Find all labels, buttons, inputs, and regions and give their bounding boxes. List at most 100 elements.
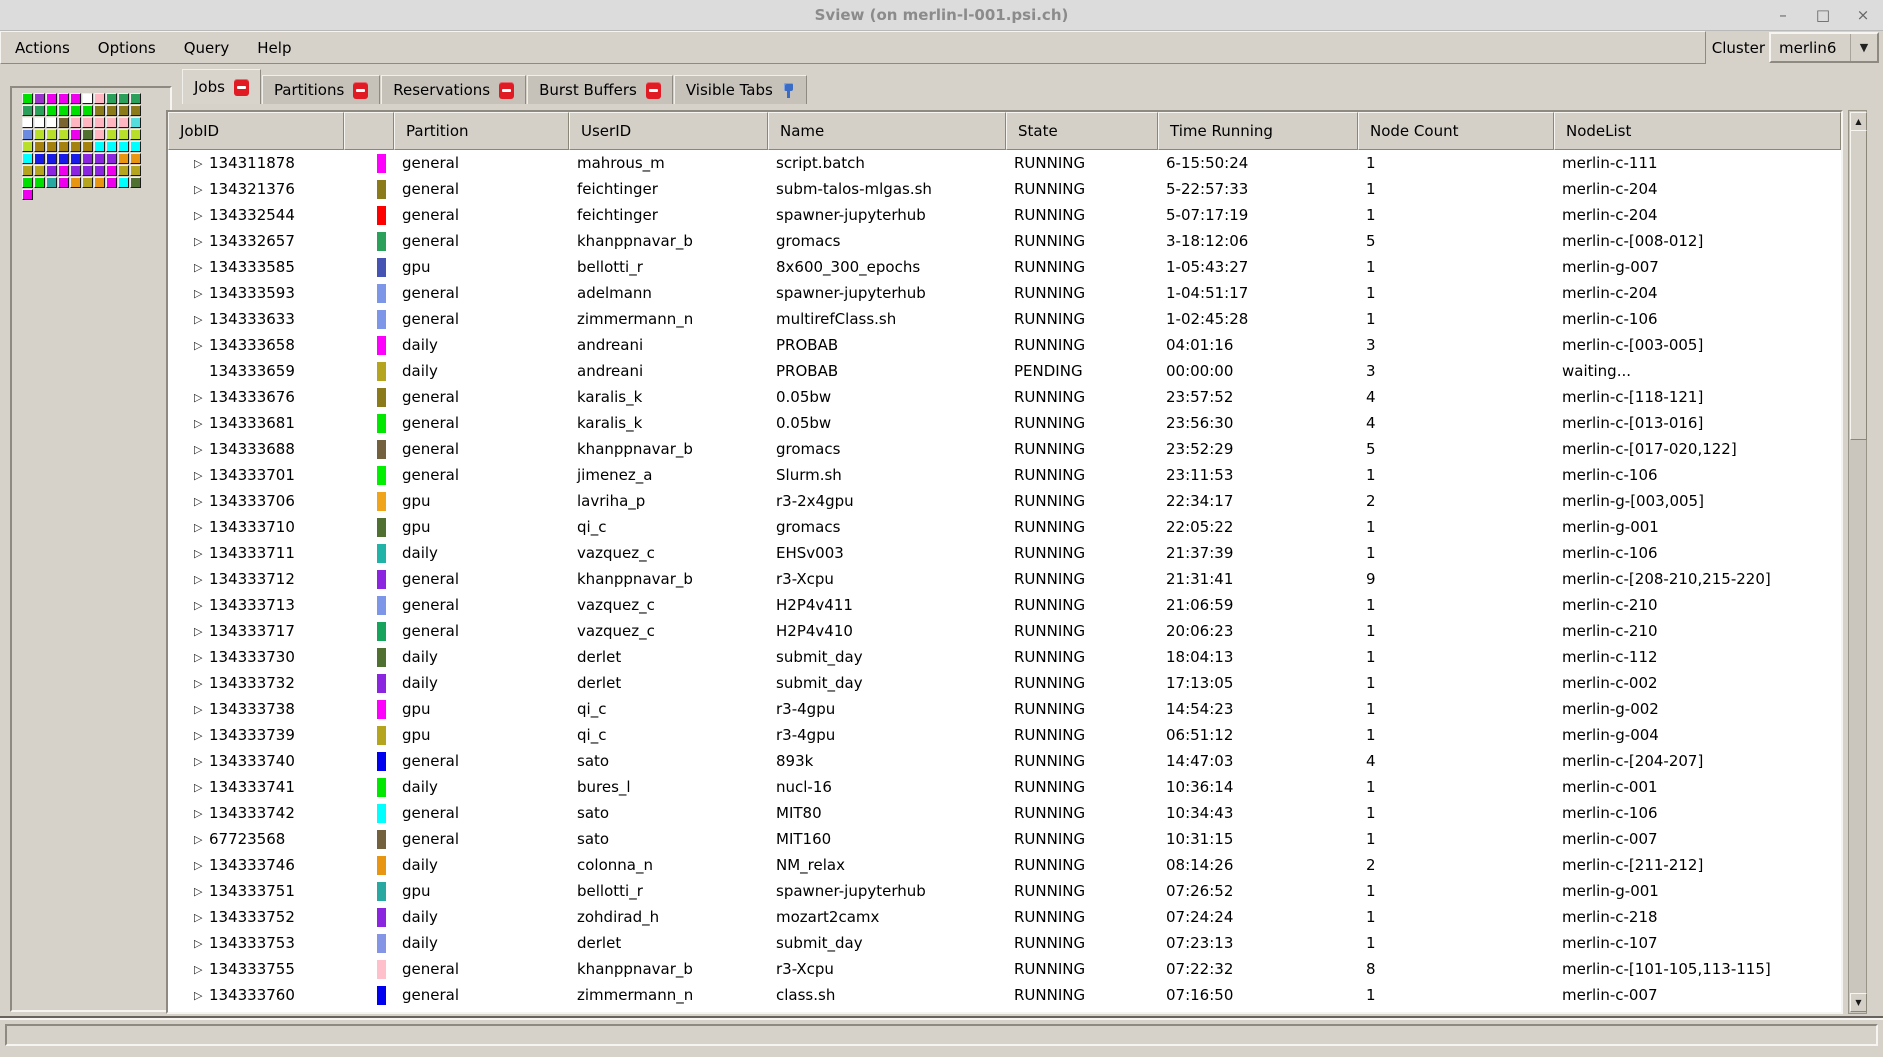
cluster-dropdown-box[interactable]: ▼ <box>1850 34 1877 61</box>
node-square[interactable] <box>34 105 45 116</box>
column-header-name[interactable]: Name <box>768 112 1006 150</box>
node-square[interactable] <box>94 141 105 152</box>
node-square[interactable] <box>58 105 69 116</box>
node-square[interactable] <box>94 153 105 164</box>
column-header-time[interactable]: Time Running <box>1158 112 1358 150</box>
node-square[interactable] <box>58 177 69 188</box>
maximize-icon[interactable]: □ <box>1815 6 1831 24</box>
node-square[interactable] <box>106 93 117 104</box>
expander-icon[interactable]: ▷ <box>194 261 208 274</box>
node-square[interactable] <box>22 153 33 164</box>
menu-actions[interactable]: Actions <box>1 32 84 63</box>
table-row[interactable]: ▷ 134333746 daily colonna_n NM_relax RUN… <box>168 852 1841 878</box>
tab-remove-icon[interactable] <box>353 82 368 99</box>
node-square[interactable] <box>130 153 141 164</box>
node-square[interactable] <box>70 165 81 176</box>
node-square[interactable] <box>22 93 33 104</box>
node-square[interactable] <box>34 129 45 140</box>
expander-icon[interactable]: ▷ <box>194 313 208 326</box>
expander-icon[interactable]: ▷ <box>194 755 208 768</box>
column-header-nodecount[interactable]: Node Count <box>1358 112 1554 150</box>
table-row[interactable]: ▷ 134311878 general mahrous_m script.bat… <box>168 150 1841 176</box>
node-square[interactable] <box>70 153 81 164</box>
menu-options[interactable]: Options <box>84 32 170 63</box>
table-row[interactable]: ▷ 134333658 daily andreani PROBAB RUNNIN… <box>168 332 1841 358</box>
node-square[interactable] <box>106 129 117 140</box>
node-square[interactable] <box>106 177 117 188</box>
table-row[interactable]: ▷ 134333713 general vazquez_c H2P4v411 R… <box>168 592 1841 618</box>
node-square[interactable] <box>94 117 105 128</box>
table-row[interactable]: ▷ 134333741 daily bures_l nucl-16 RUNNIN… <box>168 774 1841 800</box>
tab-pin-icon[interactable] <box>782 82 795 99</box>
table-row[interactable]: ▷ 134321376 general feichtinger subm-tal… <box>168 176 1841 202</box>
tab-reservations[interactable]: Reservations <box>381 75 526 104</box>
node-square[interactable] <box>70 93 81 104</box>
table-row[interactable]: ▷ 134333593 general adelmann spawner-jup… <box>168 280 1841 306</box>
expander-icon[interactable]: ▷ <box>194 781 208 794</box>
column-header-state[interactable]: State <box>1006 112 1158 150</box>
table-row[interactable]: ▷ 134333717 general vazquez_c H2P4v410 R… <box>168 618 1841 644</box>
node-square[interactable] <box>130 105 141 116</box>
expander-icon[interactable]: ▷ <box>194 729 208 742</box>
node-square[interactable] <box>82 105 93 116</box>
scrollbar-thumb[interactable] <box>1850 130 1867 440</box>
vertical-scrollbar[interactable]: ▲ ▼ <box>1848 110 1867 1014</box>
expander-icon[interactable]: ▷ <box>194 677 208 690</box>
node-square[interactable] <box>58 141 69 152</box>
node-square[interactable] <box>82 165 93 176</box>
node-square[interactable] <box>118 165 129 176</box>
node-square[interactable] <box>46 105 57 116</box>
expander-icon[interactable]: ▷ <box>194 235 208 248</box>
table-row[interactable]: ▷ 134333633 general zimmermann_n multire… <box>168 306 1841 332</box>
node-square[interactable] <box>94 129 105 140</box>
node-square[interactable] <box>22 177 33 188</box>
table-row[interactable]: ▷ 134332544 general feichtinger spawner-… <box>168 202 1841 228</box>
node-square[interactable] <box>34 141 45 152</box>
node-square[interactable] <box>82 93 93 104</box>
node-square[interactable] <box>82 153 93 164</box>
table-row[interactable]: ▷ 134333676 general karalis_k 0.05bw RUN… <box>168 384 1841 410</box>
expander-icon[interactable]: ▷ <box>194 885 208 898</box>
table-row[interactable]: ▷ 134333755 general khanppnavar_b r3-Xcp… <box>168 956 1841 982</box>
node-square[interactable] <box>22 141 33 152</box>
expander-icon[interactable]: ▷ <box>194 859 208 872</box>
table-row[interactable]: ▷ 134333710 gpu qi_c gromacs RUNNING 22:… <box>168 514 1841 540</box>
expander-icon[interactable]: ▷ <box>194 599 208 612</box>
node-square[interactable] <box>94 105 105 116</box>
node-square[interactable] <box>34 165 45 176</box>
minimize-icon[interactable]: – <box>1775 6 1791 24</box>
node-square[interactable] <box>58 93 69 104</box>
node-square[interactable] <box>118 177 129 188</box>
table-row[interactable]: ▷ 134333751 gpu bellotti_r spawner-jupyt… <box>168 878 1841 904</box>
node-square[interactable] <box>34 93 45 104</box>
table-row[interactable]: ▷ 134333760 general zimmermann_n class.s… <box>168 982 1841 1008</box>
node-square[interactable] <box>118 93 129 104</box>
node-square[interactable] <box>70 105 81 116</box>
node-square[interactable] <box>46 165 57 176</box>
node-square[interactable] <box>46 141 57 152</box>
node-square[interactable] <box>106 141 117 152</box>
table-row[interactable]: ▷ 134333740 general sato 893k RUNNING 14… <box>168 748 1841 774</box>
table-row[interactable]: ▷ 134333701 general jimenez_a Slurm.sh R… <box>168 462 1841 488</box>
node-square[interactable] <box>46 153 57 164</box>
table-row[interactable]: ▷ 67723568 general sato MIT160 RUNNING 1… <box>168 826 1841 852</box>
node-square[interactable] <box>82 129 93 140</box>
expander-icon[interactable]: ▷ <box>194 651 208 664</box>
node-square[interactable] <box>34 177 45 188</box>
expander-icon[interactable]: ▷ <box>194 625 208 638</box>
node-square[interactable] <box>94 93 105 104</box>
node-square[interactable] <box>46 117 57 128</box>
node-square[interactable] <box>118 117 129 128</box>
node-square[interactable] <box>94 165 105 176</box>
table-row[interactable]: ▷ 134333659 daily andreani PROBAB PENDIN… <box>168 358 1841 384</box>
menu-query[interactable]: Query <box>170 32 244 63</box>
table-row[interactable]: ▷ 134333732 daily derlet submit_day RUNN… <box>168 670 1841 696</box>
node-square[interactable] <box>130 117 141 128</box>
node-square[interactable] <box>58 117 69 128</box>
expander-icon[interactable]: ▷ <box>194 339 208 352</box>
expander-icon[interactable]: ▷ <box>194 521 208 534</box>
expander-icon[interactable]: ▷ <box>194 963 208 976</box>
column-header-userid[interactable]: UserID <box>569 112 768 150</box>
table-row[interactable]: ▷ 134333752 daily zohdirad_h mozart2camx… <box>168 904 1841 930</box>
node-square[interactable] <box>46 177 57 188</box>
